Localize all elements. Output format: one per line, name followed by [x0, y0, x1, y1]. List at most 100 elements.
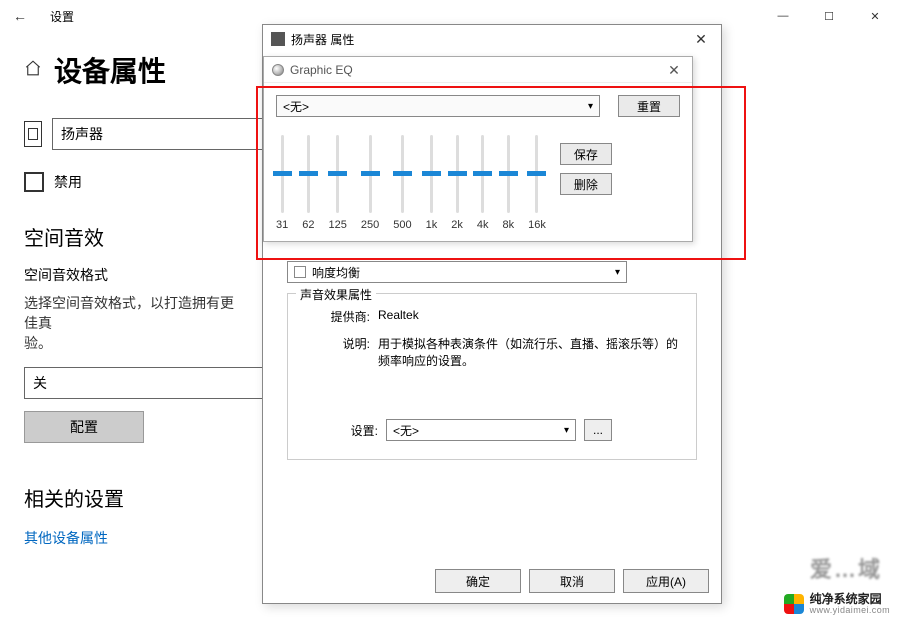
- settings-title: 设置: [50, 8, 74, 25]
- eq-main: 31 62 125 250 500 1k 2k 4k 8k 16k 保存 删除: [276, 129, 680, 233]
- eq-band-label: 1k: [426, 219, 438, 231]
- dialog-close-button[interactable]: ✕: [681, 25, 721, 53]
- configure-button[interactable]: 配置: [24, 411, 144, 443]
- eq-thumb[interactable]: [422, 171, 441, 176]
- apply-button[interactable]: 应用(A): [623, 569, 709, 593]
- eq-thumb[interactable]: [527, 171, 546, 176]
- dialog-title: 扬声器 属性: [291, 31, 354, 48]
- eq-title: Graphic EQ: [290, 63, 353, 77]
- eq-band-label: 8k: [502, 219, 514, 231]
- disable-label: 禁用: [54, 172, 82, 192]
- speaker-icon: [24, 121, 42, 147]
- eq-thumb[interactable]: [473, 171, 492, 176]
- sound-effect-group: 声音效果属性 提供商: Realtek 说明: 用于模拟各种表演条件（如流行乐、…: [287, 293, 697, 460]
- eq-band-1k: 1k: [426, 135, 438, 231]
- device-value: 扬声器: [61, 124, 103, 144]
- chevron-down-icon: ▾: [588, 101, 593, 112]
- eq-band-label: 125: [329, 219, 347, 231]
- eq-thumb[interactable]: [328, 171, 347, 176]
- description-value: 用于模拟各种表演条件（如流行乐、直播、摇滚乐等）的频率响应的设置。: [378, 335, 684, 369]
- eq-band-label: 62: [302, 219, 314, 231]
- settings-value: <无>: [393, 422, 419, 439]
- eq-slider-4k[interactable]: [481, 135, 484, 213]
- loudness-value: 响度均衡: [312, 264, 360, 281]
- eq-reset-button[interactable]: 重置: [618, 95, 680, 117]
- loudness-select[interactable]: 响度均衡 ▾: [287, 261, 627, 283]
- close-button[interactable]: ✕: [852, 0, 898, 32]
- settings-more-button[interactable]: ...: [584, 419, 612, 441]
- settings-select[interactable]: <无> ▾: [386, 419, 576, 441]
- maximize-button[interactable]: ☐: [806, 0, 852, 32]
- provider-row: 提供商: Realtek: [300, 308, 684, 325]
- provider-key: 提供商:: [300, 308, 378, 325]
- eq-top-row: <无> ▾ 重置: [276, 95, 680, 117]
- eq-band-250: 250: [361, 135, 379, 231]
- dialog-buttons: 确定 取消 应用(A): [435, 569, 709, 593]
- chevron-down-icon: ▾: [564, 425, 569, 436]
- eq-band-16k: 16k: [528, 135, 546, 231]
- eq-preset-value: <无>: [283, 98, 309, 115]
- spatial-desc: 选择空间音效格式，以打造拥有更佳真 验。: [24, 293, 244, 353]
- page-title: 设备属性: [54, 50, 166, 90]
- eq-band-label: 4k: [477, 219, 489, 231]
- window-controls: — ☐ ✕: [760, 0, 898, 32]
- eq-band-2k: 2k: [451, 135, 463, 231]
- eq-slider-2k[interactable]: [456, 135, 459, 213]
- dialog-visible-area: 响度均衡 ▾ 声音效果属性 提供商: Realtek 说明: 用于模拟各种表演条…: [273, 261, 711, 460]
- eq-body: <无> ▾ 重置 31 62 125 250 500 1k 2k 4k 8k 16k 保存 删除: [264, 83, 692, 241]
- eq-band-4k: 4k: [477, 135, 489, 231]
- eq-thumb[interactable]: [448, 171, 467, 176]
- settings-key: 设置:: [300, 422, 378, 439]
- loudness-checkbox-icon: [294, 266, 306, 278]
- eq-titlebar[interactable]: Graphic EQ: [264, 57, 692, 83]
- eq-save-button[interactable]: 保存: [560, 143, 612, 165]
- eq-side-buttons: 保存 删除: [560, 129, 612, 233]
- eq-close-button[interactable]: ✕: [656, 57, 692, 83]
- chevron-down-icon: ▾: [615, 267, 620, 278]
- eq-slider-8k[interactable]: [507, 135, 510, 213]
- eq-thumb[interactable]: [393, 171, 412, 176]
- spatial-value: 关: [33, 373, 47, 393]
- watermark: 纯净系统家园 www.yidaimei.com: [784, 593, 890, 616]
- group-legend: 声音效果属性: [296, 286, 376, 303]
- eq-slider-62[interactable]: [307, 135, 310, 213]
- eq-delete-button[interactable]: 删除: [560, 173, 612, 195]
- eq-slider-250[interactable]: [369, 135, 372, 213]
- watermark-url: www.yidaimei.com: [810, 606, 890, 616]
- eq-band-8k: 8k: [502, 135, 514, 231]
- eq-thumb[interactable]: [273, 171, 292, 176]
- eq-icon: [272, 64, 284, 76]
- eq-preset-select[interactable]: <无> ▾: [276, 95, 600, 117]
- eq-slider-125[interactable]: [336, 135, 339, 213]
- description-row: 说明: 用于模拟各种表演条件（如流行乐、直播、摇滚乐等）的频率响应的设置。: [300, 335, 684, 369]
- settings-row: 设置: <无> ▾ ...: [300, 419, 684, 441]
- disable-checkbox[interactable]: [24, 172, 44, 192]
- graphic-eq-dialog: Graphic EQ ✕ <无> ▾ 重置 31 62 125 250 500 1k 2k 4…: [263, 56, 693, 242]
- eq-thumb[interactable]: [299, 171, 318, 176]
- watermark-behind: 爱…域: [810, 552, 882, 584]
- dialog-title-bar[interactable]: 扬声器 属性: [263, 25, 721, 53]
- speaker-dialog-icon: [271, 32, 285, 46]
- eq-band-500: 500: [393, 135, 411, 231]
- eq-slider-31[interactable]: [281, 135, 284, 213]
- ok-button[interactable]: 确定: [435, 569, 521, 593]
- eq-slider-1k[interactable]: [430, 135, 433, 213]
- eq-band-label: 500: [393, 219, 411, 231]
- eq-thumb[interactable]: [361, 171, 380, 176]
- eq-band-125: 125: [329, 135, 347, 231]
- eq-band-label: 2k: [451, 219, 463, 231]
- description-key: 说明:: [300, 335, 378, 369]
- watermark-logo-icon: [784, 594, 804, 614]
- eq-slider-16k[interactable]: [535, 135, 538, 213]
- eq-band-31: 31: [276, 135, 288, 231]
- eq-sliders: 31 62 125 250 500 1k 2k 4k 8k 16k: [276, 129, 546, 233]
- minimize-button[interactable]: —: [760, 0, 806, 32]
- eq-band-label: 250: [361, 219, 379, 231]
- eq-slider-500[interactable]: [401, 135, 404, 213]
- cancel-button[interactable]: 取消: [529, 569, 615, 593]
- back-icon[interactable]: ←: [8, 8, 32, 24]
- provider-value: Realtek: [378, 308, 684, 325]
- home-icon[interactable]: [24, 59, 42, 82]
- eq-band-label: 16k: [528, 219, 546, 231]
- eq-thumb[interactable]: [499, 171, 518, 176]
